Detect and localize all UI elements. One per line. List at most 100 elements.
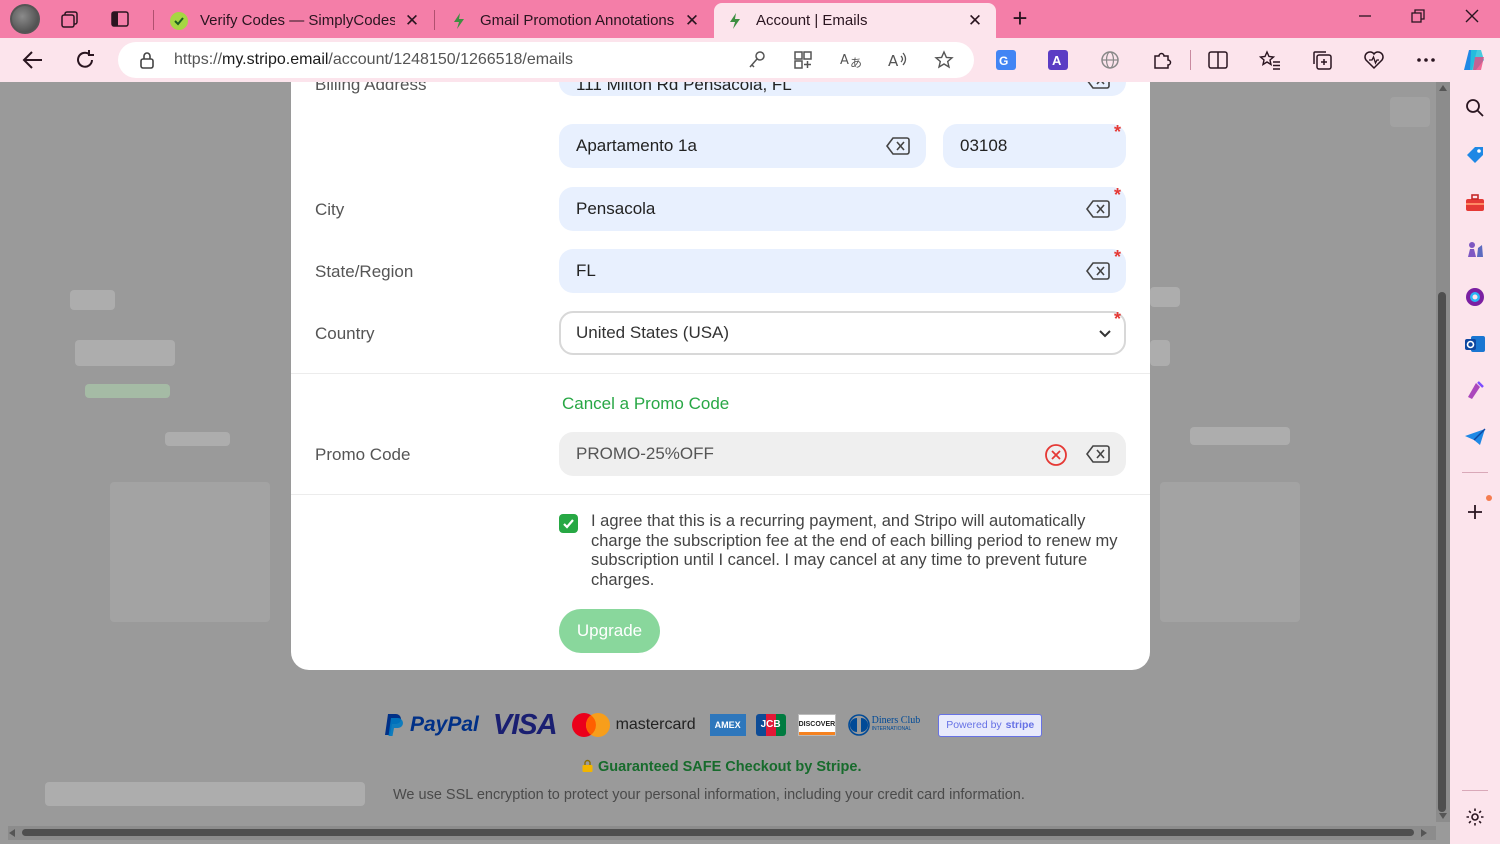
collections-icon[interactable]: [1307, 46, 1337, 74]
extension-a-icon[interactable]: A: [1043, 46, 1073, 74]
extensions-puzzle-icon[interactable]: [1147, 46, 1177, 74]
diners-club-logo: Diners Club INTERNATIONAL: [847, 714, 921, 736]
stripo-favicon-icon: [726, 12, 744, 30]
tab-label: Verify Codes — SimplyCodes: [200, 12, 395, 29]
checkmark-icon: [563, 519, 574, 529]
tab-close-icon[interactable]: ✕: [403, 11, 421, 31]
back-button[interactable]: [18, 46, 48, 74]
clear-field-icon[interactable]: [1086, 82, 1110, 90]
tools-briefcase-icon[interactable]: [1462, 190, 1488, 216]
scroll-down-arrow-icon[interactable]: [1439, 813, 1447, 819]
workspaces-icon[interactable]: [52, 4, 88, 34]
outlook-icon[interactable]: [1462, 331, 1488, 357]
settings-gear-icon[interactable]: [1462, 804, 1488, 830]
agree-text: I agree that this is a recurring payment…: [591, 512, 1118, 589]
background-blur: [1150, 340, 1170, 366]
globe-ext-icon[interactable]: [1095, 46, 1125, 74]
zip-input[interactable]: 03108: [943, 124, 1126, 168]
apps-icon[interactable]: [790, 48, 816, 72]
vertical-scroll-thumb[interactable]: [1438, 292, 1446, 812]
diners-text: Diners Club: [871, 715, 921, 726]
clear-field-icon[interactable]: [1086, 199, 1110, 219]
more-menu-icon[interactable]: [1411, 46, 1441, 74]
billing-address-label: Billing Address: [315, 82, 427, 94]
address-line2-input[interactable]: Apartamento 1a: [559, 124, 926, 168]
tab-gmail-annotations[interactable]: Gmail Promotion Annotations Bu ✕: [438, 3, 713, 38]
address-line1-input[interactable]: 111 Milton Rd Pensacola, FL: [559, 82, 1126, 96]
tab-label: Account | Emails: [756, 12, 868, 29]
powered-by-text: Powered by: [946, 719, 1002, 731]
microsoft-365-icon[interactable]: [1462, 284, 1488, 310]
city-value: Pensacola: [576, 199, 656, 218]
games-chess-icon[interactable]: [1462, 237, 1488, 263]
required-mark: *: [1114, 309, 1122, 329]
tab-actions-icon[interactable]: [102, 4, 138, 34]
safe-checkout-text: Guaranteed SAFE Checkout by Stripe.: [581, 759, 861, 776]
translate-icon[interactable]: Aあ: [838, 48, 864, 72]
scroll-left-arrow-icon[interactable]: [9, 829, 15, 837]
agree-checkbox[interactable]: [559, 514, 578, 533]
minimize-button[interactable]: [1345, 4, 1385, 34]
tab-close-icon[interactable]: ✕: [683, 11, 701, 31]
city-input[interactable]: Pensacola: [559, 187, 1126, 231]
back-arrow-icon: [22, 51, 42, 69]
jcb-logo: JCB: [755, 714, 786, 736]
cancel-promo-code-link[interactable]: Cancel a Promo Code: [562, 394, 729, 414]
browser-essentials-icon[interactable]: [1359, 46, 1389, 74]
designer-icon[interactable]: [1462, 377, 1488, 403]
refresh-button[interactable]: [70, 46, 100, 74]
lock-icon[interactable]: [138, 51, 156, 74]
url-path: /account/1248150/1266518/emails: [328, 51, 574, 68]
new-tab-button[interactable]: +: [1005, 4, 1035, 34]
address-line1-value: 111 Milton Rd Pensacola, FL: [576, 82, 792, 94]
google-translate-ext-icon[interactable]: G: [991, 46, 1021, 74]
restore-button[interactable]: [1398, 4, 1438, 34]
state-label: State/Region: [315, 262, 414, 281]
close-window-button[interactable]: [1452, 4, 1492, 34]
url-text[interactable]: https://my.stripo.email/account/1248150/…: [174, 51, 573, 69]
background-blur: [85, 384, 170, 398]
scroll-up-arrow-icon[interactable]: [1439, 85, 1447, 91]
search-icon[interactable]: [1462, 95, 1488, 121]
clear-field-icon[interactable]: [1086, 444, 1110, 469]
url-host: my.stripo.email: [222, 51, 329, 68]
background-blur: [70, 290, 115, 310]
telegram-send-icon[interactable]: [1462, 424, 1488, 450]
shopping-tag-icon[interactable]: [1462, 142, 1488, 168]
add-sidebar-app-icon[interactable]: [1462, 499, 1488, 525]
read-aloud-icon[interactable]: A: [885, 48, 911, 72]
password-key-icon[interactable]: [744, 48, 770, 72]
profile-avatar[interactable]: [10, 4, 40, 34]
tab-separator: [434, 10, 435, 30]
sidebar-divider: [1462, 472, 1488, 473]
clear-field-icon[interactable]: [886, 136, 910, 156]
favorites-icon[interactable]: [1255, 46, 1285, 74]
city-label: City: [315, 200, 345, 219]
chevron-down-icon: [1098, 326, 1112, 346]
powered-by-stripe-badge: Powered by stripe: [938, 713, 1043, 737]
clear-field-icon[interactable]: [1086, 261, 1110, 281]
stripe-text: stripe: [1005, 719, 1035, 731]
tab-close-icon[interactable]: ✕: [966, 11, 984, 31]
promo-code-input[interactable]: PROMO-25%OFF: [559, 432, 1126, 476]
promo-code-label: Promo Code: [315, 445, 411, 464]
tab-separator: [153, 10, 154, 30]
tab-verify-codes[interactable]: Verify Codes — SimplyCodes ✕: [158, 3, 433, 38]
svg-text:あ: あ: [850, 56, 862, 70]
tab-account-emails[interactable]: Account | Emails ✕: [714, 3, 996, 38]
state-input[interactable]: FL: [559, 249, 1126, 293]
split-screen-icon[interactable]: [1203, 46, 1233, 74]
copilot-icon[interactable]: [1459, 46, 1489, 74]
background-blur: [110, 482, 270, 622]
favorite-star-icon[interactable]: [931, 48, 957, 72]
horizontal-scroll-thumb[interactable]: [22, 829, 1414, 836]
address-bar[interactable]: https://my.stripo.email/account/1248150/…: [118, 42, 974, 78]
country-select[interactable]: United States (USA): [559, 311, 1126, 355]
upgrade-button[interactable]: Upgrade: [559, 609, 660, 653]
remove-promo-icon[interactable]: [1044, 443, 1068, 472]
promo-code-value: PROMO-25%OFF: [576, 444, 714, 463]
scroll-right-arrow-icon[interactable]: [1421, 829, 1427, 837]
amex-logo: AMEX: [709, 714, 746, 736]
section-divider: [291, 373, 1150, 374]
svg-text:A: A: [840, 53, 849, 68]
